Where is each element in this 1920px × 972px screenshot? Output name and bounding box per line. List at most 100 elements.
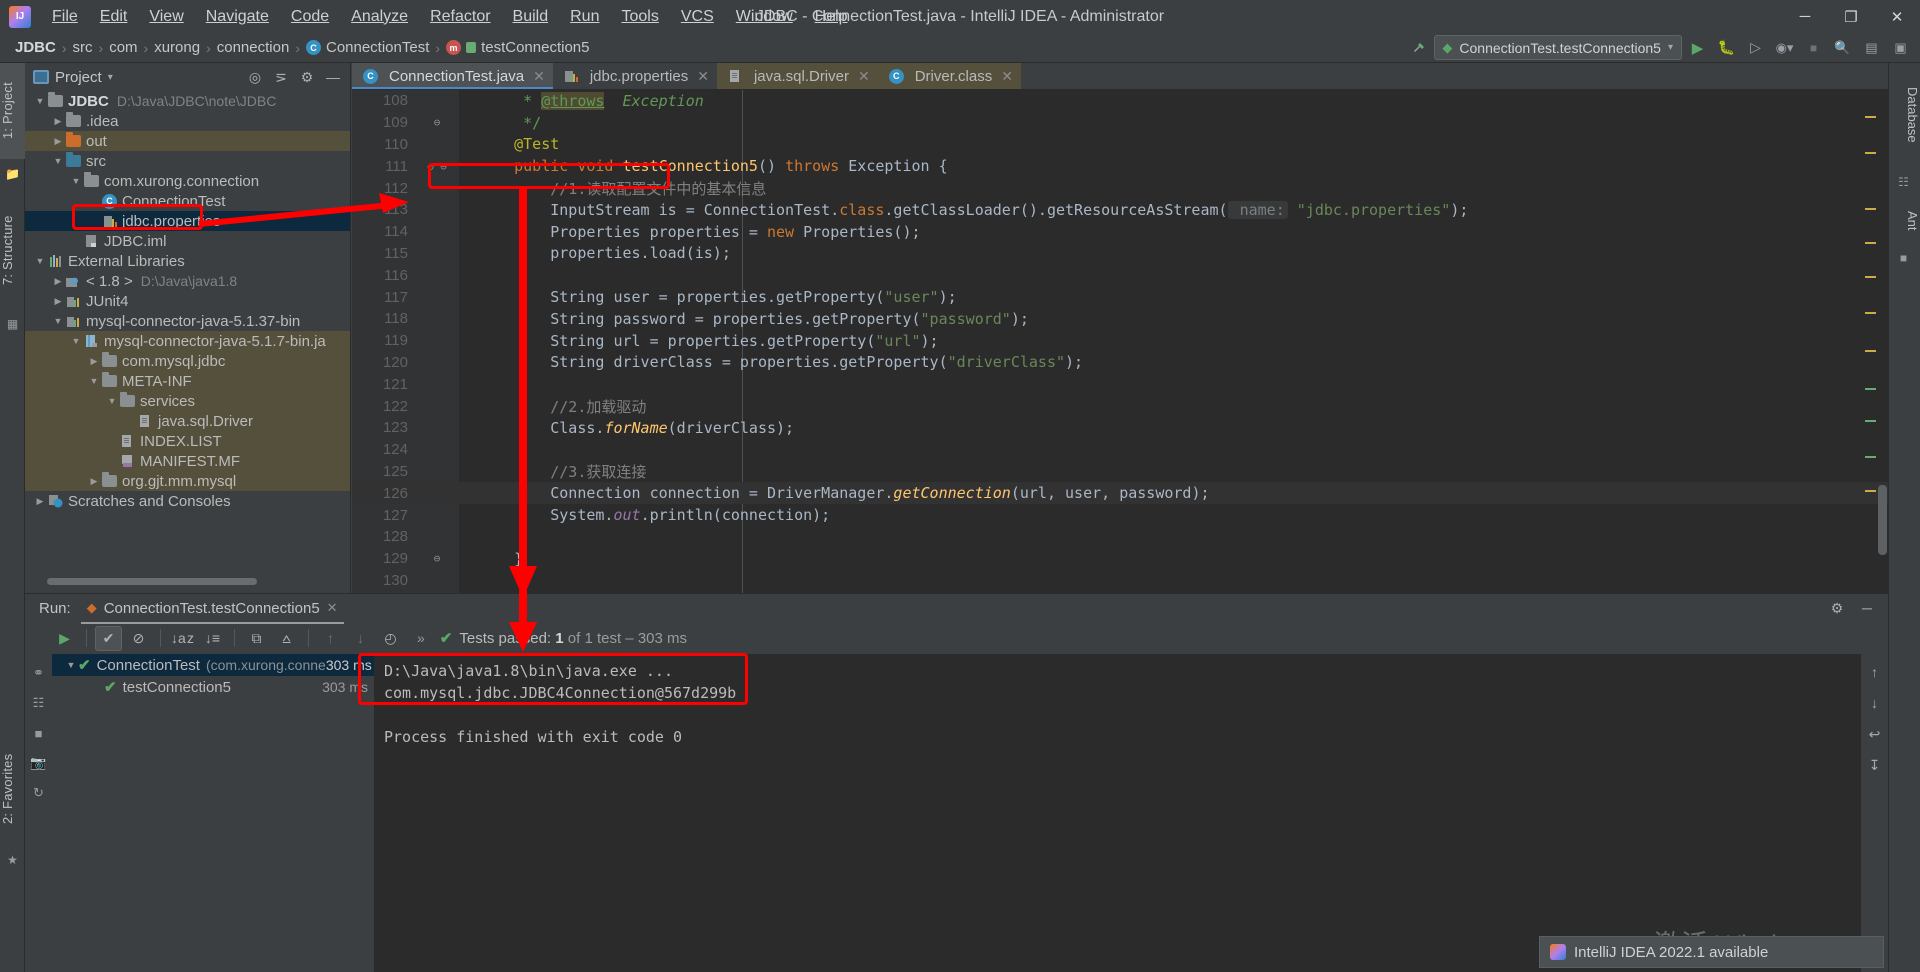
- tree-item-connectiontest[interactable]: C ConnectionTest: [25, 191, 350, 211]
- menu-bar[interactable]: File Edit View Navigate Code Analyze Ref…: [41, 4, 859, 30]
- change-marker[interactable]: [1865, 456, 1876, 458]
- code-line[interactable]: 124: [352, 439, 1888, 461]
- warning-marker[interactable]: [1865, 350, 1876, 352]
- stop-icon[interactable]: ■: [25, 718, 52, 748]
- settings-icon[interactable]: ⚙: [1824, 596, 1850, 620]
- code-line[interactable]: 113 InputStream is = ConnectionTest.clas…: [352, 199, 1888, 221]
- run-panel-toolbar[interactable]: ▶ ✔ ⊘ ↓a z ↓≡ ⧉ ⩟ ↑ ↓ ◴» ✔ Tests passed: 1 of 1 tes…: [25, 622, 1888, 654]
- test-history-button[interactable]: ◴: [377, 626, 404, 651]
- tree-item-1-8[interactable]: ▶ < 1.8 > D:\Java\java1.8: [25, 271, 350, 291]
- gutter-icons[interactable]: ⊖: [414, 552, 460, 565]
- tree-item-manifest-mf[interactable]: MANIFEST.MF: [25, 451, 350, 471]
- menu-build[interactable]: Build: [502, 4, 560, 30]
- ant-icon[interactable]: ■: [1895, 249, 1912, 266]
- previous-failed-button[interactable]: ↑: [317, 626, 344, 651]
- chevron-right-icon[interactable]: ▶: [87, 476, 101, 487]
- expand-all-button[interactable]: ⧉: [243, 626, 270, 651]
- warning-marker[interactable]: [1865, 312, 1876, 314]
- gutter-icons[interactable]: ⊖: [414, 116, 460, 129]
- screenshot-icon[interactable]: 📷: [25, 748, 52, 778]
- sidebar-item-project[interactable]: 1: Project: [0, 63, 25, 159]
- breadcrumb-item-connectiontest[interactable]: C ConnectionTest: [301, 37, 434, 58]
- tree-item-mysql-connector-java-5-1-7-bin-ja[interactable]: ▼ mysql-connector-java-5.1.7-bin.ja: [25, 331, 350, 351]
- code-line[interactable]: 109 ⊖ */: [352, 112, 1888, 134]
- soft-wrap-icon[interactable]: ↩: [1863, 722, 1887, 746]
- project-horizontal-scrollbar[interactable]: [47, 578, 257, 585]
- debugger-icon[interactable]: ⚭: [25, 658, 52, 688]
- breadcrumb-item-xurong[interactable]: xurong: [149, 37, 205, 58]
- code-line[interactable]: 110 @Test: [352, 134, 1888, 156]
- chevron-down-icon[interactable]: ▼: [69, 176, 83, 186]
- sidebar-item-database[interactable]: Database: [1888, 71, 1920, 159]
- close-icon[interactable]: ✕: [533, 68, 545, 85]
- toolbar-overflow-button[interactable]: »: [417, 630, 425, 646]
- settings-icon[interactable]: ▤: [1858, 35, 1885, 61]
- chevron-down-icon[interactable]: ▼: [69, 336, 83, 346]
- chevron-down-icon[interactable]: ▼: [33, 96, 47, 106]
- code-line[interactable]: 128: [352, 526, 1888, 548]
- console-icon[interactable]: ☷: [25, 688, 52, 718]
- project-panel-tools[interactable]: ◎ ⋝ ⚙ —: [242, 65, 350, 89]
- hide-icon[interactable]: —: [320, 65, 346, 89]
- editor-tab-connectiontest-java[interactable]: C ConnectionTest.java ✕: [352, 63, 553, 89]
- minimize-button[interactable]: ─: [1782, 0, 1828, 33]
- menu-help[interactable]: Help: [804, 4, 859, 30]
- code-editor[interactable]: 108 * @throws Exception 109 ⊖ */110 @Test 1…: [352, 90, 1888, 593]
- breadcrumb-item-com[interactable]: com: [104, 37, 142, 58]
- tree-item-index-list[interactable]: INDEX.LIST: [25, 431, 350, 451]
- code-fold-icon[interactable]: ⊖: [434, 552, 441, 565]
- build-icon[interactable]: [1405, 35, 1432, 61]
- window-controls[interactable]: ─ ❐ ✕: [1782, 0, 1920, 33]
- tree-item-mysql-connector-java-5-1-37-bin[interactable]: ▼ mysql-connector-java-5.1.37-bin: [25, 311, 350, 331]
- folder-icon[interactable]: 📁: [4, 165, 21, 182]
- code-line[interactable]: 125 //3.获取连接: [352, 461, 1888, 483]
- tree-item-junit4[interactable]: ▶ JUnit4: [25, 291, 350, 311]
- maximize-button[interactable]: ❐: [1828, 0, 1874, 33]
- rerun-button[interactable]: ▶: [51, 626, 78, 651]
- run-test-icon[interactable]: ↺: [427, 159, 434, 173]
- warning-marker[interactable]: [1865, 116, 1876, 118]
- tree-item-jdbc-iml[interactable]: JDBC.iml: [25, 231, 350, 251]
- test-results-tree[interactable]: ▼ ✔ ConnectionTest (com.xurong.conne 303 ms ✔…: [52, 654, 374, 972]
- tree-item-external-libraries[interactable]: ▼ External Libraries: [25, 251, 350, 271]
- console-side-rail[interactable]: ↑ ↓ ↩ ↧: [1861, 654, 1888, 972]
- close-icon[interactable]: ✕: [1001, 68, 1013, 85]
- chevron-down-icon[interactable]: ▼: [64, 660, 78, 670]
- tree-item-idea[interactable]: ▶ .idea: [25, 111, 350, 131]
- hide-ignored-toggle[interactable]: ⊘: [125, 626, 152, 651]
- breadcrumb-item-connection[interactable]: connection: [212, 37, 295, 58]
- error-stripe-markers[interactable]: [1862, 90, 1876, 593]
- stop-icon[interactable]: ■: [1800, 35, 1827, 61]
- tree-item-src[interactable]: ▼ src: [25, 151, 350, 171]
- code-line[interactable]: 123 Class.forName(driverClass);: [352, 417, 1888, 439]
- chevron-right-icon[interactable]: ▶: [87, 356, 101, 367]
- test-tree-item-testconnection5[interactable]: ✔ testConnection5 303 ms: [52, 676, 374, 698]
- tree-item-com-xurong-connection[interactable]: ▼ com.xurong.connection: [25, 171, 350, 191]
- code-fold-icon[interactable]: ⊖: [440, 160, 447, 173]
- breadcrumb-item-src[interactable]: src: [68, 37, 98, 58]
- chevron-down-icon[interactable]: ▼: [51, 316, 65, 326]
- sort-by-duration-button[interactable]: ↓≡: [199, 626, 226, 651]
- code-fold-icon[interactable]: ⊖: [434, 116, 441, 129]
- collapse-all-icon[interactable]: ⋝: [268, 65, 294, 89]
- close-icon[interactable]: ✕: [858, 68, 870, 85]
- run-side-rail[interactable]: ⚭ ☷ ■ 📷 ↻: [25, 654, 52, 972]
- close-icon[interactable]: ✕: [697, 68, 709, 85]
- chevron-down-icon[interactable]: ▼: [105, 396, 119, 406]
- menu-vcs[interactable]: VCS: [670, 4, 725, 30]
- warning-marker[interactable]: [1865, 208, 1876, 210]
- chevron-right-icon[interactable]: ▶: [51, 116, 65, 127]
- print-icon[interactable]: ↧: [1863, 753, 1887, 777]
- code-line[interactable]: 122 //2.加载驱动: [352, 395, 1888, 417]
- project-tree[interactable]: ▼ JDBC D:\Java\JDBC\note\JDBC ▶ .idea ▶ out ▼ sr…: [25, 91, 350, 511]
- chevron-right-icon[interactable]: ▶: [51, 296, 65, 307]
- chevron-down-icon[interactable]: ▼: [51, 156, 65, 166]
- search-everywhere-icon[interactable]: 🔍: [1829, 35, 1856, 61]
- code-line[interactable]: 127 System.out.println(connection);: [352, 504, 1888, 526]
- menu-window[interactable]: Window: [725, 4, 804, 30]
- tree-item-meta-inf[interactable]: ▼ META-INF: [25, 371, 350, 391]
- hide-icon[interactable]: ─: [1854, 596, 1880, 620]
- menu-tools[interactable]: Tools: [610, 4, 669, 30]
- star-icon[interactable]: ★: [4, 851, 21, 868]
- editor-tab-driver-class[interactable]: C Driver.class ✕: [877, 63, 1021, 89]
